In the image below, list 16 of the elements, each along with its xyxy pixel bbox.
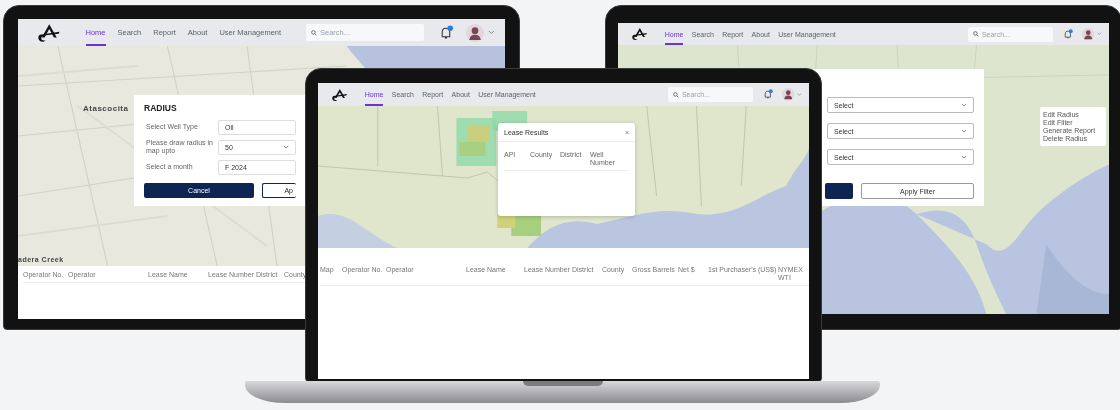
caret-icon: [283, 145, 289, 150]
logo-icon[interactable]: [37, 22, 60, 43]
bell-icon[interactable]: [1063, 28, 1074, 40]
dialog-title: RADIUS: [144, 103, 178, 113]
caret-icon: [961, 155, 967, 159]
caret-icon[interactable]: [487, 30, 495, 35]
avatar-icon[interactable]: [782, 88, 795, 101]
avatar-icon[interactable]: [1082, 27, 1095, 41]
logo-icon[interactable]: [631, 27, 648, 41]
logo-icon[interactable]: [331, 87, 348, 102]
map-label: Atascocita: [83, 104, 129, 113]
bell-icon[interactable]: [439, 25, 454, 40]
caret-icon: [961, 129, 967, 133]
avatar-icon[interactable]: [466, 23, 484, 42]
bell-icon[interactable]: [763, 89, 774, 100]
caret-icon: [961, 103, 967, 107]
